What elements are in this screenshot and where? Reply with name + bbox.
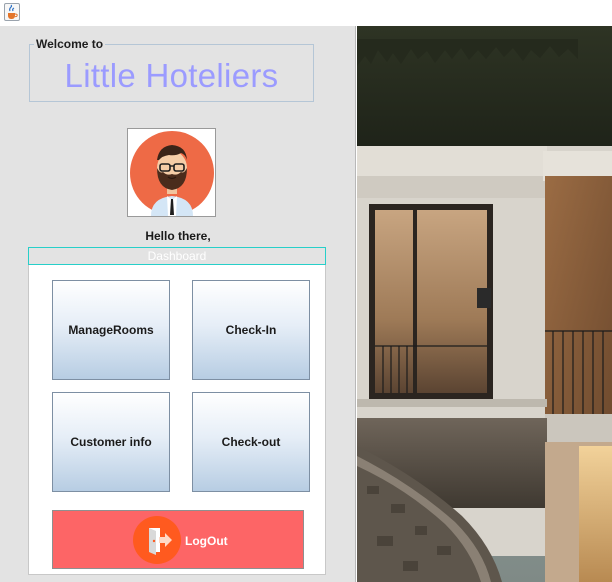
- dashboard-panel: ManageRooms Check-In Customer info Check…: [28, 265, 326, 575]
- manage-rooms-button[interactable]: ManageRooms: [52, 280, 170, 380]
- logout-label: LogOut: [185, 534, 228, 548]
- window-titlebar: [0, 0, 612, 26]
- welcome-group: Welcome to Little Hoteliers: [29, 37, 314, 102]
- avatar: [127, 128, 216, 217]
- logout-button[interactable]: LogOut: [52, 510, 304, 569]
- check-out-button[interactable]: Check-out: [192, 392, 310, 492]
- bearded-man-avatar-icon: [129, 130, 215, 216]
- left-panel: Welcome to Little Hoteliers Hello there,…: [0, 26, 356, 582]
- check-in-button[interactable]: Check-In: [192, 280, 310, 380]
- dashboard-header: Dashboard: [28, 247, 326, 265]
- app-title: Little Hoteliers: [64, 57, 279, 94]
- exit-door-icon: [132, 515, 182, 570]
- customer-info-button[interactable]: Customer info: [52, 392, 170, 492]
- java-cup-icon: [4, 3, 20, 21]
- hotel-photo: [357, 26, 612, 582]
- greeting-label: Hello there,: [145, 229, 211, 243]
- welcome-label: Welcome to: [34, 37, 106, 51]
